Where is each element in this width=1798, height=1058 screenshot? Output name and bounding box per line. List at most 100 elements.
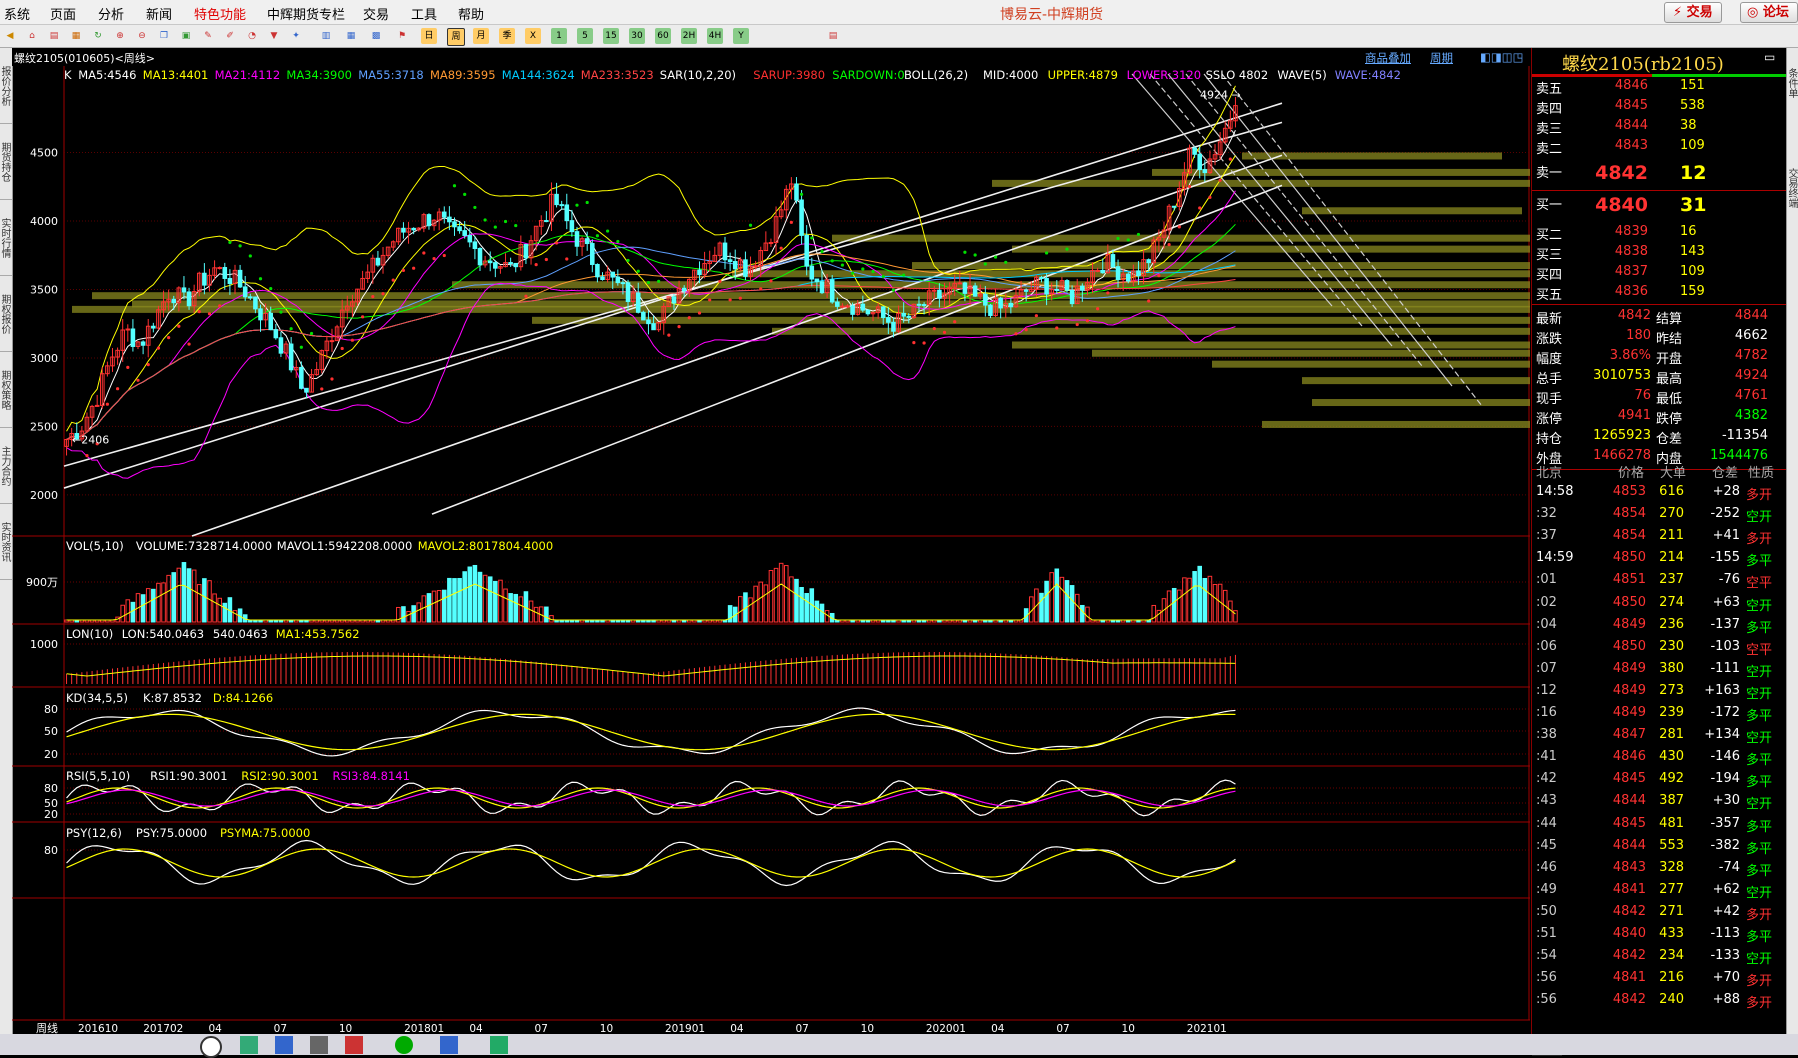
bid-row[interactable]: 买五 4836 159 [1532, 284, 1786, 304]
forum-button[interactable]: ◎ 论坛 [1740, 2, 1798, 23]
layers-icon[interactable]: ▣ [178, 28, 194, 44]
back-icon[interactable]: ◀ [2, 28, 18, 44]
tick-row[interactable]: :44 4845 481 -357 多平 [1532, 816, 1786, 836]
tick-row[interactable]: :49 4841 277 +62 空开 [1532, 882, 1786, 902]
menu-page[interactable]: 页面 [50, 4, 76, 23]
tick-row[interactable]: :32 4854 270 -252 空开 [1532, 506, 1786, 526]
stat-row[interactable]: 涨停 4941 跌停 4382 [1532, 408, 1786, 428]
stat-row[interactable]: 持仓 1265923 仓差 -11354 [1532, 428, 1786, 448]
day-icon[interactable]: 日 [421, 28, 437, 44]
ask1-row[interactable]: 卖一 4842 12 [1532, 162, 1786, 184]
period-x[interactable]: X [525, 28, 541, 44]
period-5[interactable]: 5 [577, 28, 593, 44]
bid1-row[interactable]: 买一 4840 31 [1532, 194, 1786, 216]
trade-button[interactable]: ⚡ 交易 [1664, 2, 1722, 23]
calendar-icon[interactable]: ▦ [343, 28, 359, 44]
tick-row[interactable]: :56 4842 240 +88 多开 [1532, 992, 1786, 1012]
overlay-link[interactable]: 商品叠加 [1365, 50, 1411, 66]
tick-row[interactable]: :38 4847 281 +134 空开 [1532, 727, 1786, 747]
stat-row[interactable]: 总手 3010753 最高 4924 [1532, 368, 1786, 388]
tick-row[interactable]: :02 4850 274 +63 空开 [1532, 595, 1786, 615]
restore-icon[interactable]: ▭ [1764, 50, 1775, 64]
tick-row[interactable]: :12 4849 273 +163 空开 [1532, 683, 1786, 703]
period-4h[interactable]: 4H [707, 28, 723, 44]
menu-analysis[interactable]: 分析 [98, 4, 124, 23]
tick-row[interactable]: :37 4854 211 +41 多开 [1532, 528, 1786, 548]
nav-arrows-icon[interactable]: ◧◨◫◳ [1480, 50, 1523, 64]
app-icon-3[interactable] [310, 1036, 328, 1054]
tick-row[interactable]: :07 4849 380 -111 空开 [1532, 661, 1786, 681]
refresh-icon[interactable]: ↻ [90, 28, 106, 44]
period-2h[interactable]: 2H [681, 28, 697, 44]
ask-row[interactable]: 卖二 4843 109 [1532, 138, 1786, 158]
ask-row[interactable]: 卖四 4845 538 [1532, 98, 1786, 118]
stat-row[interactable]: 涨跌 180 昨结 4662 [1532, 328, 1786, 348]
zoom-out-icon[interactable]: ⊖ [134, 28, 150, 44]
side-tab-3[interactable]: 实时行情 [0, 200, 12, 276]
menu-system[interactable]: 系统 [4, 4, 30, 23]
tick-row[interactable]: :42 4845 492 -194 多平 [1532, 771, 1786, 791]
eraser-icon[interactable]: ✐ [222, 28, 238, 44]
home-icon[interactable]: ⌂ [24, 28, 40, 44]
ask-row[interactable]: 卖五 4846 151 [1532, 78, 1786, 98]
bid-row[interactable]: 买二 4839 16 [1532, 224, 1786, 244]
app-icon-2[interactable] [275, 1036, 293, 1054]
side-tab-5[interactable]: 期权策略 [0, 352, 12, 428]
wechat-icon[interactable] [395, 1036, 413, 1054]
side-tab-7[interactable]: 实时资讯 [0, 504, 12, 580]
period-quarter[interactable]: 季 [499, 28, 515, 44]
filter-icon[interactable]: ▼ [266, 28, 282, 44]
period-30[interactable]: 30 [629, 28, 645, 44]
period-link[interactable]: 周期 [1430, 50, 1453, 66]
calculator-icon[interactable]: ▤ [825, 28, 841, 44]
tick-row[interactable]: 14:58 4853 616 +28 多开 [1532, 484, 1786, 504]
tick-row[interactable]: :50 4842 271 +42 多开 [1532, 904, 1786, 924]
tick-row[interactable]: :04 4849 236 -137 多平 [1532, 617, 1786, 637]
tick-icon[interactable]: ⚑ [394, 28, 410, 44]
right-tab-1[interactable]: 条件单 [1786, 68, 1798, 148]
tick-row[interactable]: :43 4844 387 +30 空开 [1532, 793, 1786, 813]
tick-row[interactable]: :54 4842 234 -133 空开 [1532, 948, 1786, 968]
app-icon-4[interactable] [345, 1036, 363, 1054]
excel-icon[interactable] [490, 1036, 508, 1054]
tick-row[interactable]: :01 4851 237 -76 空平 [1532, 572, 1786, 592]
tick-row[interactable]: :51 4840 433 -113 多平 [1532, 926, 1786, 946]
menu-trade[interactable]: 交易 [363, 4, 389, 23]
menu-tools[interactable]: 工具 [411, 4, 437, 23]
side-tab-6[interactable]: 主力合约 [0, 428, 12, 504]
app-icon-1[interactable] [240, 1036, 258, 1054]
period-week[interactable]: 周 [447, 28, 465, 46]
side-tab-4[interactable]: 期权报价 [0, 276, 12, 352]
window-icon[interactable]: ❐ [156, 28, 172, 44]
new-icon[interactable]: ✦ [288, 28, 304, 44]
tick-row[interactable]: :46 4843 328 -74 多平 [1532, 860, 1786, 880]
tick-row[interactable]: :16 4849 239 -172 多平 [1532, 705, 1786, 725]
app-icon-5[interactable] [440, 1036, 458, 1054]
period-1[interactable]: 1 [551, 28, 567, 44]
tick-row[interactable]: :45 4844 553 -382 多平 [1532, 838, 1786, 858]
table-icon[interactable]: ▥ [318, 28, 334, 44]
stat-row[interactable]: 现手 76 最低 4761 [1532, 388, 1786, 408]
ask-row[interactable]: 卖三 4844 38 [1532, 118, 1786, 138]
tick-row[interactable]: :06 4850 230 -103 空平 [1532, 639, 1786, 659]
menu-help[interactable]: 帮助 [458, 4, 484, 23]
right-tab-2[interactable]: 交易终端 [1786, 168, 1798, 248]
chart-icon[interactable]: ▩ [368, 28, 384, 44]
menu-features[interactable]: 特色功能 [194, 4, 246, 23]
menu-news[interactable]: 新闻 [146, 4, 172, 23]
zoom-in-icon[interactable]: ⊕ [112, 28, 128, 44]
stat-row[interactable]: 幅度 3.86% 开盘 4782 [1532, 348, 1786, 368]
bid-row[interactable]: 买三 4838 143 [1532, 244, 1786, 264]
tick-row[interactable]: 14:59 4850 214 -155 多平 [1532, 550, 1786, 570]
side-tab-2[interactable]: 期货持仓 [0, 124, 12, 200]
period-15[interactable]: 15 [603, 28, 619, 44]
period-year[interactable]: Y [733, 28, 749, 44]
period-month[interactable]: 月 [473, 28, 489, 44]
grid-icon[interactable]: ▦ [68, 28, 84, 44]
pen-icon[interactable]: ✎ [200, 28, 216, 44]
stat-row[interactable]: 最新 4842 结算 4844 [1532, 308, 1786, 328]
bid-row[interactable]: 买四 4837 109 [1532, 264, 1786, 284]
list-icon[interactable]: ▤ [46, 28, 62, 44]
timer-icon[interactable]: ◔ [244, 28, 260, 44]
tick-row[interactable]: :41 4846 430 -146 多平 [1532, 749, 1786, 769]
